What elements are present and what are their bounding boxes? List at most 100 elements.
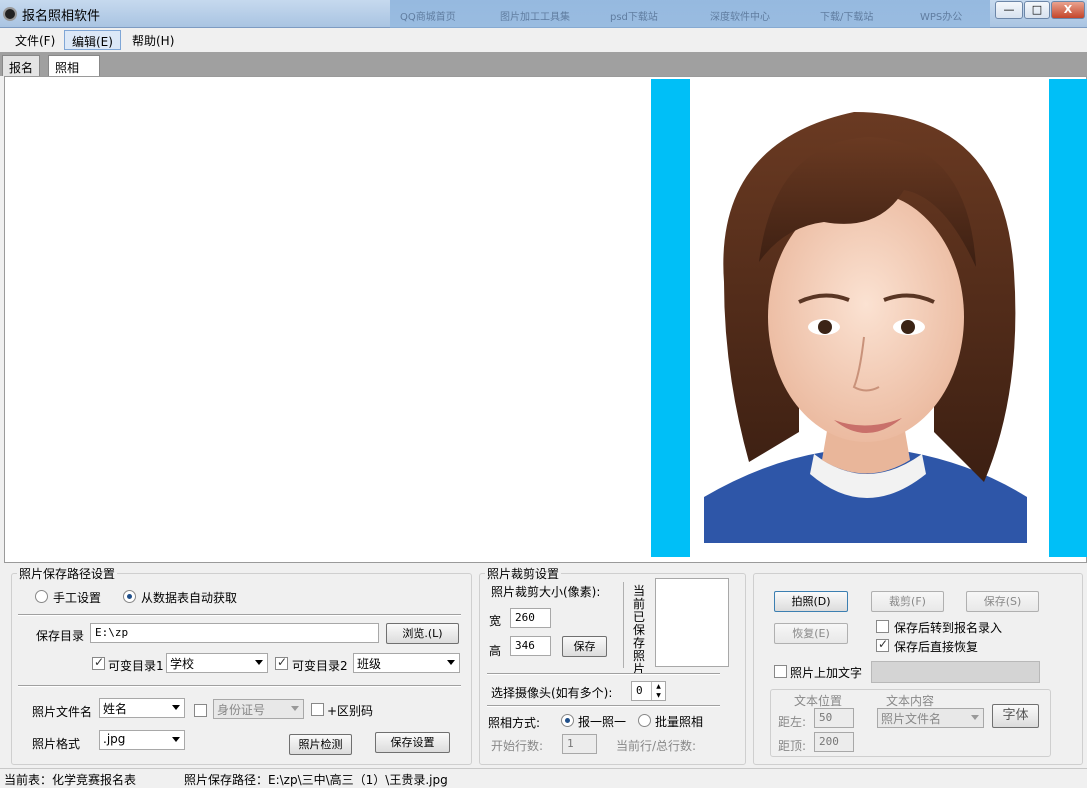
crop-width-label: 宽 bbox=[489, 614, 502, 628]
spin-down-icon[interactable]: ▼ bbox=[651, 691, 665, 700]
menu-edit[interactable]: 编辑(E) bbox=[64, 30, 121, 50]
crop-height-label: 高 bbox=[489, 644, 502, 658]
radio-mode-one[interactable] bbox=[561, 714, 574, 727]
add-text-label: 照片上加文字 bbox=[790, 666, 863, 680]
id-select[interactable]: 身份证号 bbox=[213, 699, 304, 719]
tab-strip: 报名 照相 bbox=[0, 52, 1087, 76]
var-dir2-select[interactable]: 班级 bbox=[353, 653, 460, 673]
radio-mode-batch[interactable] bbox=[638, 714, 651, 727]
crop-width-input[interactable]: 260 bbox=[510, 608, 551, 628]
chevron-down-icon bbox=[172, 705, 180, 710]
goto-register-label: 保存后转到报名录入 bbox=[894, 621, 1003, 635]
save-settings-button[interactable]: 保存设置 bbox=[375, 732, 450, 753]
ghost-item: 图片加工工具集 bbox=[500, 12, 570, 23]
status-current-table: 当前表：化学竞赛报名表 bbox=[4, 773, 137, 787]
row-count-label: 当前行/总行数: bbox=[616, 739, 697, 753]
close-button[interactable]: X bbox=[1051, 1, 1085, 19]
content-value: 照片文件名 bbox=[881, 712, 942, 726]
radio-auto[interactable] bbox=[123, 590, 136, 603]
filename-select[interactable]: 姓名 bbox=[99, 698, 185, 718]
start-row-input[interactable]: 1 bbox=[562, 734, 597, 754]
window-title: 报名照相软件 bbox=[22, 9, 101, 24]
tab-photo[interactable]: 照相 bbox=[48, 55, 100, 76]
id-checkbox[interactable] bbox=[194, 704, 207, 717]
photo-mode-label: 照相方式: bbox=[488, 716, 541, 730]
distinguish-label: +区别码 bbox=[327, 704, 374, 718]
var-dir1-label: 可变目录1 bbox=[108, 659, 164, 673]
menu-bar: 文件(F) 编辑(E) 帮助(H) bbox=[0, 28, 1087, 52]
camera-label: 选择摄像头(如有多个): bbox=[491, 686, 613, 700]
ghost-item: 深度软件中心 bbox=[710, 12, 770, 23]
background-taskbar: QQ商城首页 图片加工工具集 psd下载站 深度软件中心 下载/下载站 WPS办… bbox=[390, 0, 990, 28]
radio-manual[interactable] bbox=[35, 590, 48, 603]
var-dir1-checkbox[interactable] bbox=[92, 655, 105, 670]
save-photo-button[interactable]: 保存(S) bbox=[966, 591, 1039, 612]
ghost-item: 下载/下载站 bbox=[820, 12, 874, 23]
status-photo-path: 照片保存路径：E:\zp\三中\高三（1）\王贵录.jpg bbox=[184, 773, 448, 787]
divider bbox=[623, 582, 624, 668]
path-settings-title: 照片保存路径设置 bbox=[17, 565, 118, 582]
top-label: 距顶: bbox=[778, 739, 807, 753]
divider bbox=[18, 614, 461, 616]
radio-manual-label: 手工设置 bbox=[53, 591, 102, 605]
divider bbox=[487, 705, 720, 707]
text-position-title: 文本位置 bbox=[792, 692, 845, 709]
maximize-button[interactable]: □ bbox=[1024, 1, 1050, 19]
crop-button[interactable]: 裁剪(F) bbox=[871, 591, 944, 612]
take-photo-button[interactable]: 拍照(D) bbox=[774, 591, 848, 612]
filename-value: 姓名 bbox=[103, 702, 128, 716]
portrait-photo bbox=[704, 102, 1027, 543]
crop-save-button[interactable]: 保存 bbox=[562, 636, 607, 657]
text-input[interactable] bbox=[871, 661, 1040, 683]
ghost-item: WPS办公 bbox=[920, 12, 963, 23]
text-content-title: 文本内容 bbox=[884, 692, 937, 709]
direct-restore-checkbox[interactable] bbox=[876, 637, 889, 652]
save-dir-input[interactable]: E:\zp bbox=[90, 623, 379, 643]
ghost-item: psd下载站 bbox=[610, 12, 658, 23]
left-input[interactable]: 50 bbox=[814, 708, 854, 728]
crop-settings-title: 照片裁剪设置 bbox=[485, 565, 562, 582]
save-dir-label: 保存目录 bbox=[36, 629, 85, 643]
browse-button[interactable]: 浏览.(L) bbox=[386, 623, 459, 644]
chevron-down-icon bbox=[291, 706, 299, 711]
format-select[interactable]: .jpg bbox=[99, 730, 185, 750]
top-input[interactable]: 200 bbox=[814, 732, 854, 752]
menu-file[interactable]: 文件(F) bbox=[8, 30, 62, 50]
start-row-label: 开始行数: bbox=[491, 739, 544, 753]
var-dir1-select[interactable]: 学校 bbox=[166, 653, 268, 673]
title-bar: 报名照相软件 QQ商城首页 图片加工工具集 psd下载站 深度软件中心 下载/下… bbox=[0, 0, 1087, 28]
camera-value: 0 bbox=[636, 684, 643, 697]
chevron-down-icon bbox=[172, 737, 180, 742]
radio-auto-label: 从数据表自动获取 bbox=[141, 591, 238, 605]
left-label: 距左: bbox=[778, 715, 807, 729]
menu-help[interactable]: 帮助(H) bbox=[125, 30, 181, 50]
direct-restore-label: 保存后直接恢复 bbox=[894, 640, 979, 654]
crop-height-input[interactable]: 346 bbox=[510, 636, 551, 656]
add-text-checkbox[interactable] bbox=[774, 665, 787, 678]
minimize-button[interactable]: — bbox=[995, 1, 1023, 19]
spin-up-icon[interactable]: ▲ bbox=[651, 682, 665, 691]
tab-register[interactable]: 报名 bbox=[2, 55, 41, 76]
restore-button[interactable]: 恢复(E) bbox=[774, 623, 848, 644]
content-select[interactable]: 照片文件名 bbox=[877, 708, 984, 728]
crop-size-label: 照片裁剪大小(像素): bbox=[491, 585, 601, 599]
saved-photo-thumbnail bbox=[655, 578, 729, 667]
divider bbox=[487, 673, 720, 675]
filename-label: 照片文件名 bbox=[32, 705, 93, 719]
radio-mode-one-label: 报一照一 bbox=[578, 715, 627, 729]
app-icon bbox=[3, 7, 17, 21]
format-label: 照片格式 bbox=[32, 737, 81, 751]
chevron-down-icon bbox=[255, 660, 263, 665]
format-value: .jpg bbox=[103, 732, 126, 746]
var-dir1-value: 学校 bbox=[170, 657, 195, 671]
var-dir2-checkbox[interactable] bbox=[275, 655, 288, 670]
goto-register-checkbox[interactable] bbox=[876, 620, 889, 633]
chevron-down-icon bbox=[447, 660, 455, 665]
photo-check-button[interactable]: 照片检测 bbox=[289, 734, 352, 755]
distinguish-checkbox[interactable] bbox=[311, 703, 324, 716]
divider bbox=[18, 685, 461, 687]
crop-guide-right bbox=[1049, 79, 1087, 557]
var-dir2-label: 可变目录2 bbox=[292, 659, 348, 673]
font-button[interactable]: 字体 bbox=[992, 704, 1039, 728]
ghost-item: QQ商城首页 bbox=[400, 12, 456, 23]
